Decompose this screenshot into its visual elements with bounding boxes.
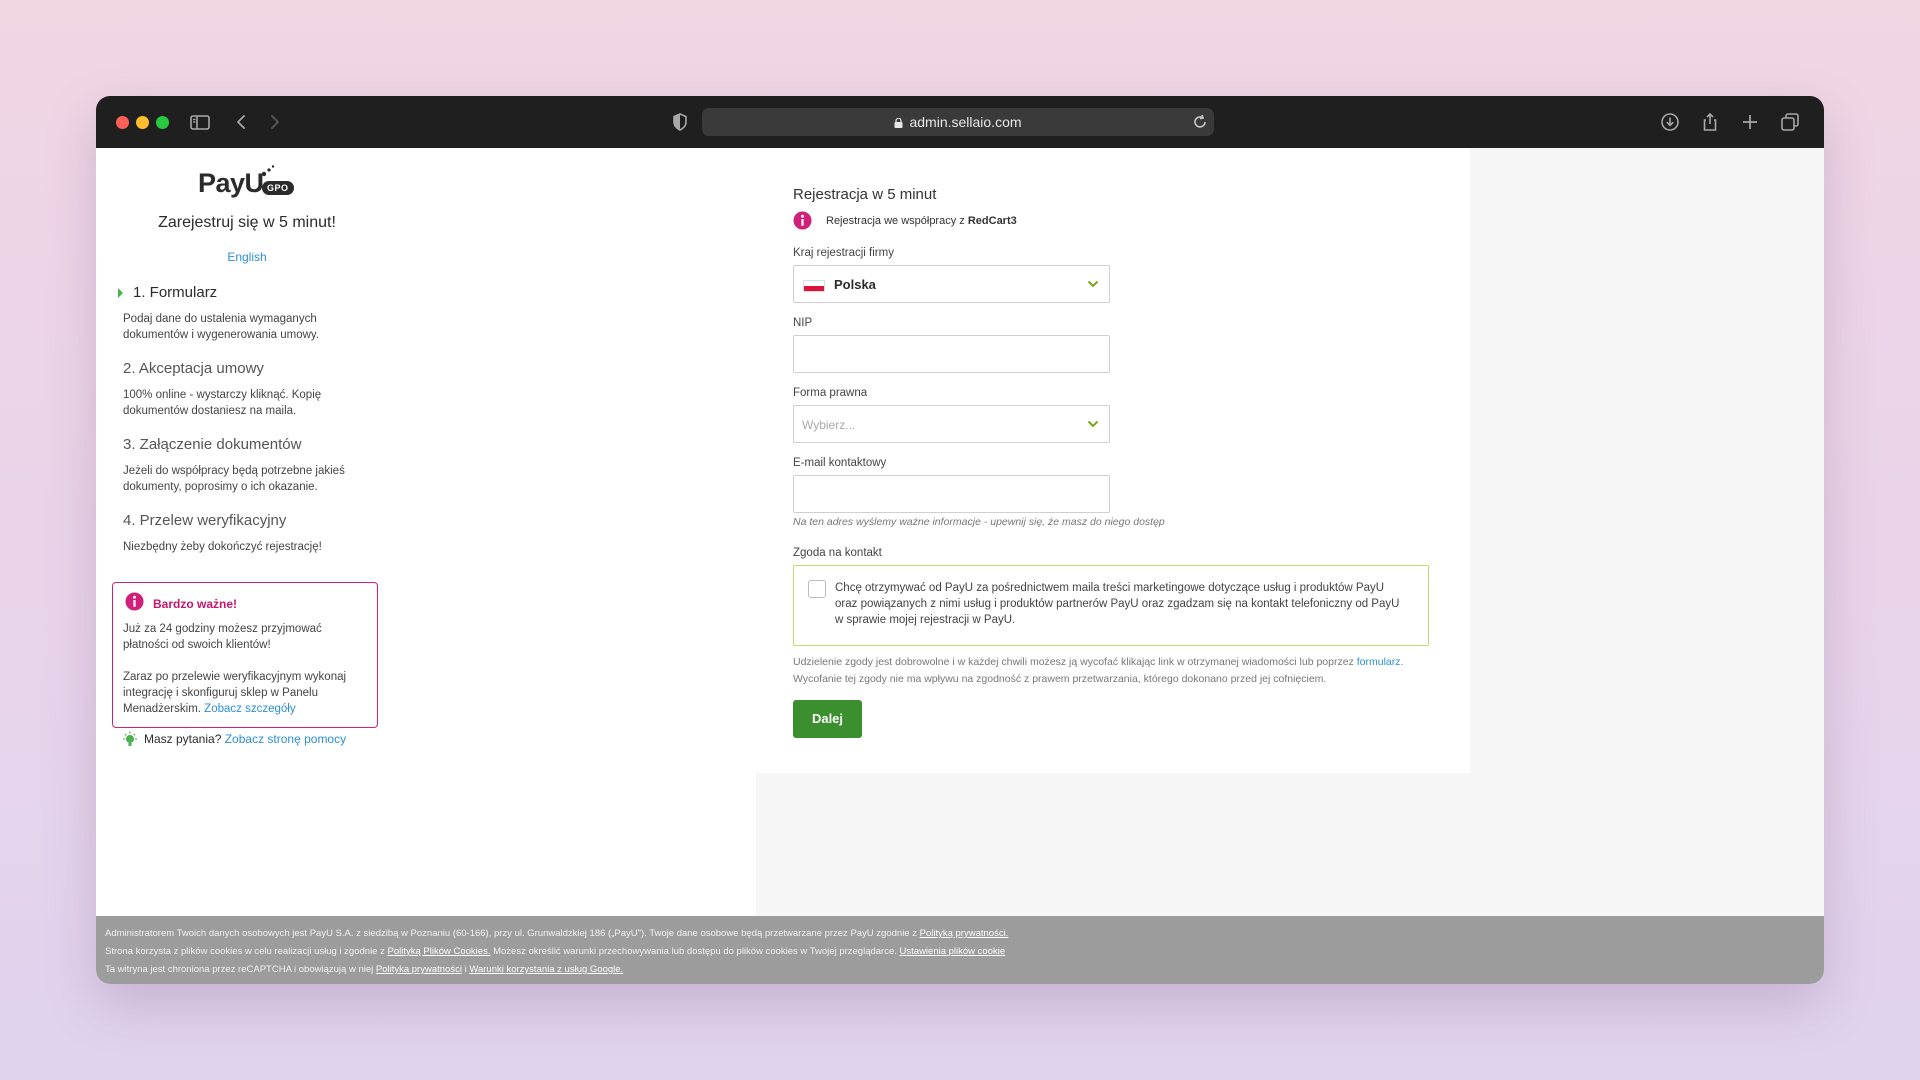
privacy-policy-link[interactable]: Polityką prywatności. [920,928,1009,939]
important-paragraph: Już za 24 godziny możesz przyjmować płat… [123,623,322,651]
email-input[interactable] [793,475,1110,513]
lightbulb-icon [123,731,137,746]
country-value: Polska [834,277,876,292]
consent-text: Chcę otrzymywać od PayU za pośrednictwem… [835,582,1400,626]
footer-line: Ta witryna jest chroniona przez reCAPTCH… [105,961,1824,979]
chevron-down-icon [1087,280,1099,288]
shield-icon[interactable] [668,110,692,134]
important-body: Już za 24 godziny możesz przyjmować płat… [123,621,367,717]
nip-label: NIP [793,317,813,329]
registration-sidebar: PayU GPO Zarejestruj się w 5 minut! Engl… [96,148,756,916]
logo-text: PayU [198,168,264,198]
partner-info-text: Rejestracja we współpracy z [826,215,965,227]
withdrawal-form-link[interactable]: formularz [1357,656,1401,668]
minimize-window-button[interactable] [136,116,149,129]
page-content: PayU GPO Zarejestruj się w 5 minut! Engl… [96,148,1824,984]
nip-input[interactable] [793,335,1110,373]
url-text: admin.sellaio.com [909,114,1022,130]
partner-info: Rejestracja we współpracy z RedCart3 [793,211,1017,230]
important-paragraph: Zaraz po przelewie weryfikacyjnym wykona… [123,669,367,717]
step-formularz: 1. Formularz Podaj dane do ustalenia wym… [118,284,373,343]
footer-text: Ta witryna jest chroniona przez reCAPTCH… [105,964,374,975]
country-label: Kraj rejestracji firmy [793,247,894,259]
new-tab-icon[interactable] [1738,110,1762,134]
partner-name: RedCart3 [967,215,1017,227]
browser-window: admin.sellaio.com PayU GPO Zarejestruj s… [96,96,1824,984]
footer-text: Administratorem Twoich danych osobowych … [105,928,917,939]
step-title: 1. Formularz [133,284,218,301]
step-description: 100% online - wystarczy kliknąć. Kopię d… [123,389,322,417]
step-description: Niezbędny żeby dokończyć rejestrację! [123,541,322,553]
address-bar[interactable]: admin.sellaio.com [702,108,1214,136]
google-privacy-link[interactable]: Polityka prywatności [376,964,462,975]
step-akceptacja: 2. Akceptacja umowy 100% online - wystar… [123,360,373,419]
legal-form-select[interactable]: Wybierz... [793,405,1110,443]
download-icon[interactable] [1658,110,1682,134]
step-przelew: 4. Przelew weryfikacyjny Niezbędny żeby … [123,512,373,555]
payu-logo: PayU GPO [198,164,298,200]
active-step-arrow-icon [118,288,123,298]
consent-checkbox[interactable] [808,580,826,598]
important-heading: Bardzo ważne! [153,597,238,611]
sidebar-title: Zarejestruj się w 5 minut! [158,214,336,231]
poland-flag-icon [803,280,825,292]
step-zalaczenie: 3. Załączenie dokumentów Jeżeli do współ… [123,436,373,495]
next-button[interactable]: Dalej [793,700,862,738]
back-icon[interactable] [230,110,254,134]
step-title: 2. Akceptacja umowy [123,360,264,377]
browser-toolbar: admin.sellaio.com [96,96,1824,148]
sidebar-toggle-icon[interactable] [188,110,212,134]
help-row: Masz pytania? Zobacz stronę pomocy [123,731,346,746]
cookie-policy-link[interactable]: Polityką Plików Cookies. [388,946,491,957]
info-icon [125,592,144,611]
consent-disclaimer: Udzielenie zgody jest dobrowolne i w każ… [793,654,1433,688]
reload-icon[interactable] [1188,110,1212,134]
email-hint: Na ten adres wyślemy ważne informacje - … [793,516,1165,528]
form-title: Rejestracja w 5 minut [793,186,937,203]
help-page-link[interactable]: Zobacz stronę pomocy [225,732,346,746]
share-icon[interactable] [1698,110,1722,134]
privacy-footer: Administratorem Twoich danych osobowych … [96,916,1824,984]
cookie-settings-link[interactable]: Ustawienia plików cookie [900,946,1006,957]
forward-icon[interactable] [262,110,286,134]
step-description: Jeżeli do współpracy będą potrzebne jaki… [123,465,345,493]
important-notice: Bardzo ważne! Już za 24 godziny możesz p… [112,582,378,728]
step-description: Podaj dane do ustalenia wymaganych dokum… [123,313,320,341]
zoom-window-button[interactable] [156,116,169,129]
step-title: 3. Załączenie dokumentów [123,436,302,453]
footer-separator: i [464,964,467,975]
info-icon [793,211,812,230]
registration-form: Rejestracja w 5 minut Rejestracja we wsp… [748,148,1470,773]
lock-icon [894,118,903,128]
tabs-overview-icon[interactable] [1778,110,1802,134]
footer-line: Strona korzysta z plików cookies w celu … [105,943,1824,961]
footer-line: Administratorem Twoich danych osobowych … [105,925,1824,943]
legal-form-placeholder: Wybierz... [802,418,856,432]
step-title: 4. Przelew weryfikacyjny [123,512,287,529]
details-link[interactable]: Zobacz szczegóły [204,703,295,715]
language-link[interactable]: English [96,250,398,264]
legal-form-label: Forma prawna [793,387,868,399]
close-window-button[interactable] [116,116,129,129]
chevron-down-icon [1087,420,1099,428]
consent-label: Zgoda na kontakt [793,547,882,559]
country-select[interactable]: Polska [793,265,1110,303]
consent-box: Chcę otrzymywać od PayU za pośrednictwem… [793,565,1429,646]
help-text: Masz pytania? [144,732,222,746]
logo-dots-icon [261,165,275,177]
google-terms-link[interactable]: Warunki korzystania z usług Google. [469,964,623,975]
footer-text: Strona korzysta z plików cookies w celu … [105,946,385,957]
logo-badge: GPO [262,181,294,195]
disclaimer-text: Udzielenie zgody jest dobrowolne i w każ… [793,656,1354,668]
footer-text: Możesz określić warunki przechowywania l… [493,946,897,957]
email-label: E-mail kontaktowy [793,457,887,469]
